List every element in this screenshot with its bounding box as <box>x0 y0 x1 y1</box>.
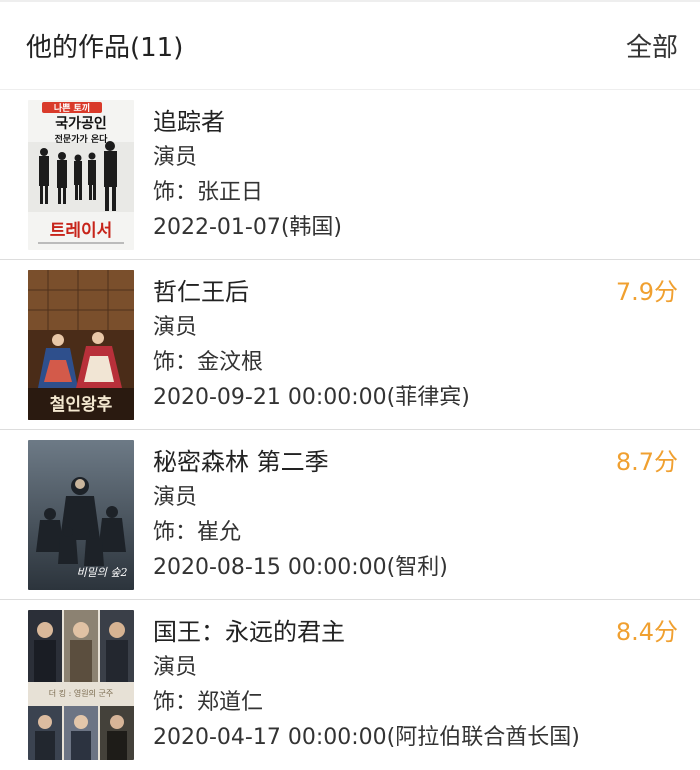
work-role: 演员 <box>153 655 198 680</box>
work-info: 国王：永远的君主 演员 饰：郑道仁 2020-04-17 00:00:00(阿拉… <box>153 614 580 755</box>
poster-title-text: 더 킹 : 영원의 군주 <box>49 688 113 698</box>
work-release-date: 2020-08-15 00:00:00(智利) <box>153 555 448 580</box>
work-character: 饰：崔允 <box>153 520 242 545</box>
poster-mr-queen[interactable]: 철인왕후 <box>28 270 134 420</box>
poster-text-line4: 트레이서 <box>50 221 113 241</box>
work-score: 8.4分 <box>615 618 678 646</box>
poster-text-line3: 전문가가 온다 <box>55 133 109 145</box>
work-item-stranger-2[interactable]: 비밀의 숲2 秘密森林 第二季 演员 饰：崔允 2020-08-15 00:00… <box>0 430 700 600</box>
work-title: 秘密森林 第二季 <box>153 448 329 476</box>
poster-text-line2: 국가공인 <box>55 115 107 132</box>
work-release-date: 2020-09-21 00:00:00(菲律宾) <box>153 385 470 410</box>
poster-title-text: 철인왕후 <box>50 394 113 415</box>
work-character: 饰：郑道仁 <box>153 690 264 715</box>
work-release-date: 2020-04-17 00:00:00(阿拉伯联合酋长国) <box>153 725 580 750</box>
work-title: 国王：永远的君主 <box>153 618 345 646</box>
work-score: 7.9分 <box>615 278 678 306</box>
work-score: 8.7分 <box>615 448 678 476</box>
works-count-title: 他的作品(11) <box>26 33 184 63</box>
poster-tracer[interactable]: 나쁜 토끼 국가공인 전문가가 온다 트레이서 <box>28 100 134 250</box>
work-release-date: 2022-01-07(韩国) <box>153 215 343 240</box>
poster-text-line1: 나쁜 토끼 <box>54 102 90 114</box>
work-info: 哲仁王后 演员 饰：金汶根 2020-09-21 00:00:00(菲律宾) <box>153 274 580 415</box>
work-title: 哲仁王后 <box>153 278 249 306</box>
work-role: 演员 <box>153 315 198 340</box>
works-header: 他的作品(11) 全部 <box>0 2 700 90</box>
work-item-mr-queen[interactable]: 철인왕후 哲仁王后 演员 饰：金汶根 2020-09-21 00:00:00(菲… <box>0 260 700 430</box>
work-item-tracer[interactable]: 나쁜 토끼 국가공인 전문가가 온다 트레이서 追踪者 演员 饰：张正日 202… <box>0 90 700 260</box>
work-character: 饰：金汶根 <box>153 350 264 375</box>
work-title: 追踪者 <box>153 108 225 136</box>
work-role: 演员 <box>153 145 198 170</box>
poster-stranger-2[interactable]: 비밀의 숲2 <box>28 440 134 590</box>
work-info: 秘密森林 第二季 演员 饰：崔允 2020-08-15 00:00:00(智利) <box>153 444 580 585</box>
work-role: 演员 <box>153 485 198 510</box>
poster-title-text: 비밀의 숲2 <box>77 566 128 579</box>
work-item-the-king[interactable]: 더 킹 : 영원의 군주 国王：永远的君主 演员 饰：郑道仁 2020-04-1… <box>0 600 700 770</box>
works-list: 나쁜 토끼 국가공인 전문가가 온다 트레이서 追踪者 演员 饰：张正日 202… <box>0 90 700 770</box>
poster-the-king[interactable]: 더 킹 : 영원의 군주 <box>28 610 134 760</box>
work-character: 饰：张正日 <box>153 180 264 205</box>
view-all-link[interactable]: 全部 <box>626 27 678 64</box>
work-info: 追踪者 演员 饰：张正日 2022-01-07(韩国) <box>153 104 580 245</box>
